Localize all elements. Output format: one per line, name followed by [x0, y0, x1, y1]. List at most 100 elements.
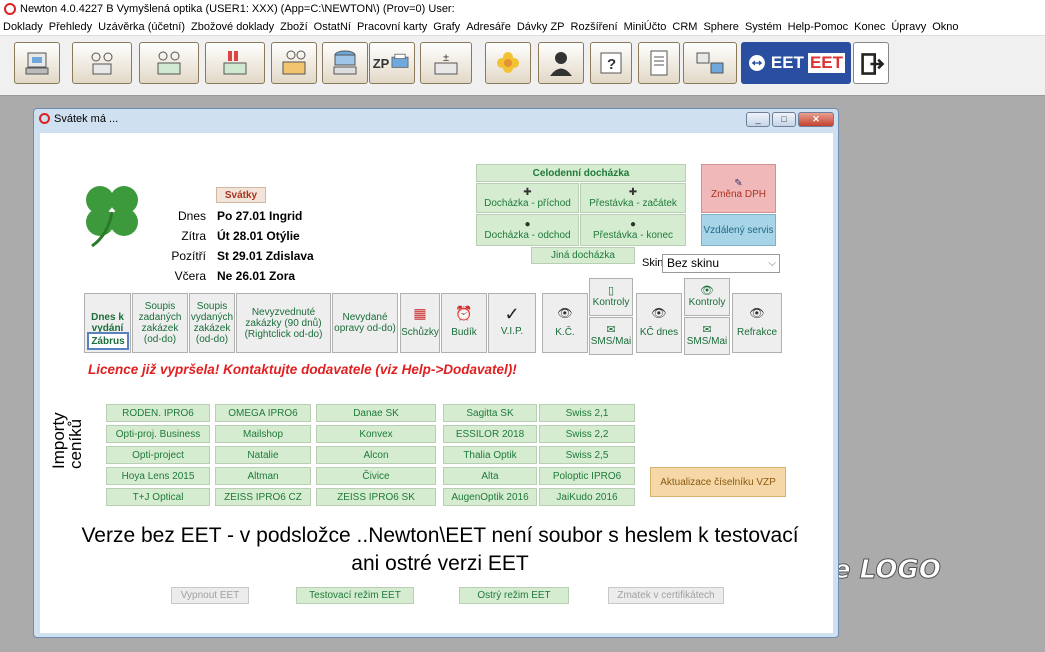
- cashbox-icon: [282, 50, 306, 75]
- ostry-rezim-button[interactable]: Ostrý režim EET: [459, 587, 569, 604]
- toolbar-doklady-button[interactable]: [14, 42, 60, 84]
- svatky-badge[interactable]: Svátky: [216, 187, 266, 203]
- soupis-zadanych-tile[interactable]: Soupis zadaných zakázek (od-do): [132, 293, 188, 353]
- kc-tile[interactable]: 👁 K.Č.: [542, 293, 588, 353]
- import-button[interactable]: Poloptic IPRO6: [539, 467, 635, 485]
- prichod-button[interactable]: ✚ Docházka - příchod: [476, 183, 579, 213]
- menu-item[interactable]: OstatNí: [311, 18, 354, 35]
- menu-item[interactable]: Konec: [851, 18, 888, 35]
- menu-item[interactable]: Help-Pomoc: [785, 18, 852, 35]
- import-button[interactable]: Danae SK: [316, 404, 436, 422]
- menu-item[interactable]: Uzávěrka (účetní): [95, 18, 188, 35]
- menu-item[interactable]: Zboží: [277, 18, 311, 35]
- testovaci-rezim-button[interactable]: Testovací režim EET: [296, 587, 414, 604]
- prestavka-konec-button[interactable]: ● Přestávka - konec: [580, 214, 686, 246]
- menu-item[interactable]: Úpravy: [888, 18, 929, 35]
- import-button[interactable]: ZEISS IPRO6 SK: [316, 488, 436, 506]
- import-button[interactable]: OMEGA IPRO6: [215, 404, 311, 422]
- schuzky-label: Schůzky: [401, 327, 439, 338]
- refrakce-tile[interactable]: 👁 Refrakce: [732, 293, 782, 353]
- import-button[interactable]: Sagitta SK: [443, 404, 537, 422]
- toolbar-person-button[interactable]: [538, 42, 584, 84]
- menu-item[interactable]: Grafy: [430, 18, 463, 35]
- jina-dochazka-button[interactable]: Jiná docházka: [531, 247, 635, 264]
- pozitri-label: Pozítří: [171, 249, 206, 263]
- toolbar-sklad-button[interactable]: [205, 42, 265, 84]
- import-button[interactable]: Opti-project: [106, 446, 210, 464]
- import-button[interactable]: T+J Optical: [106, 488, 210, 506]
- dnes-label: Dnes: [177, 209, 206, 223]
- dialog-client: Svátky Dnes Po 27.01 Ingrid Zítra Út 28.…: [40, 133, 833, 633]
- import-button[interactable]: Alcon: [316, 446, 436, 464]
- nevydane-opravy-tile[interactable]: Nevydané opravy od-do): [332, 293, 398, 353]
- toolbar-document-button[interactable]: [638, 42, 680, 84]
- kontroly-tile-1[interactable]: ▯ Kontroly: [589, 278, 633, 316]
- import-button[interactable]: Swiss 2,1: [539, 404, 635, 422]
- kc-dnes-tile[interactable]: 👁 KČ dnes: [636, 293, 682, 353]
- menu-item[interactable]: MiniÚčto: [621, 18, 670, 35]
- zabrus-button[interactable]: Zábrus: [87, 332, 129, 350]
- menu-item[interactable]: Sphere: [700, 18, 741, 35]
- aktualizace-vzp-button[interactable]: Aktualizace číselníku VZP: [650, 467, 786, 497]
- import-button[interactable]: Hoya Lens 2015: [106, 467, 210, 485]
- import-button[interactable]: JaiKudo 2016: [539, 488, 635, 506]
- close-button[interactable]: ✕: [798, 112, 834, 127]
- menu-item[interactable]: Dávky ZP: [514, 18, 568, 35]
- minimize-button[interactable]: _: [746, 112, 770, 127]
- import-button[interactable]: Mailshop: [215, 425, 311, 443]
- toolbar-flower-button[interactable]: [485, 42, 531, 84]
- vzdaleny-servis-button[interactable]: Vzdálený servis: [701, 214, 776, 246]
- toolbar-help-button[interactable]: ?: [590, 42, 632, 84]
- menu-item[interactable]: Systém: [742, 18, 785, 35]
- odchod-button[interactable]: ● Docházka - odchod: [476, 214, 579, 246]
- vip-tile[interactable]: ✓ V.I.P.: [488, 293, 536, 353]
- zmatek-certifikatu-button[interactable]: Zmatek v certifikátech: [608, 587, 724, 604]
- zmena-dph-button[interactable]: ✎ Změna DPH: [701, 164, 776, 213]
- import-button[interactable]: ESSILOR 2018: [443, 425, 537, 443]
- import-button[interactable]: RODEN. IPRO6: [106, 404, 210, 422]
- menu-item[interactable]: Pracovní karty: [354, 18, 430, 35]
- menu-item[interactable]: CRM: [669, 18, 700, 35]
- import-button[interactable]: Natalie: [215, 446, 311, 464]
- vypnout-eet-button[interactable]: Vypnout EET: [171, 587, 249, 604]
- toolbar-sync-button[interactable]: [683, 42, 737, 84]
- menu-item[interactable]: Doklady: [0, 18, 46, 35]
- import-button[interactable]: Konvex: [316, 425, 436, 443]
- menu-item[interactable]: Okno: [929, 18, 961, 35]
- sms-tile-2[interactable]: ✉ SMS/Mai: [684, 317, 730, 355]
- menu-item[interactable]: Adresáře: [463, 18, 514, 35]
- import-button[interactable]: Altman: [215, 467, 311, 485]
- sync-icon: [696, 52, 724, 74]
- toolbar-eet-button[interactable]: EET EET: [741, 42, 851, 84]
- schuzky-tile[interactable]: ▦ Schůzky: [400, 293, 440, 353]
- sms-tile-1[interactable]: ✉ SMS/Mai: [589, 317, 633, 355]
- import-button[interactable]: Čivice: [316, 467, 436, 485]
- toolbar-zakazky2-button[interactable]: [139, 42, 199, 84]
- kontroly-tile-2[interactable]: 👁 Kontroly: [684, 278, 730, 316]
- import-button[interactable]: AugenOptik 2016: [443, 488, 537, 506]
- skin-select[interactable]: Bez skinu ⌵: [662, 254, 780, 273]
- menu-item[interactable]: Zbožové doklady: [188, 18, 277, 35]
- prestavka-zacatek-button[interactable]: ✚ Přestávka - začátek: [580, 183, 686, 213]
- menu-item[interactable]: Rozšíření: [568, 18, 621, 35]
- nevyzvednute-tile[interactable]: Nevyzvednuté zakázky (90 dnů) (Rightclic…: [236, 293, 331, 353]
- toolbar-pokladna-button[interactable]: [271, 42, 317, 84]
- maximize-button[interactable]: □: [772, 112, 796, 127]
- import-button[interactable]: Alta: [443, 467, 537, 485]
- menu-item[interactable]: Přehledy: [46, 18, 95, 35]
- toolbar-plusminus-button[interactable]: ±: [420, 42, 472, 84]
- plus-minus-icon: ±: [434, 52, 458, 75]
- soupis-vydanych-tile[interactable]: Soupis vydaných zakázek (od-do): [189, 293, 235, 353]
- budik-tile[interactable]: ⏰ Budík: [441, 293, 487, 353]
- import-button[interactable]: Swiss 2,2: [539, 425, 635, 443]
- stock-icon: [223, 51, 247, 75]
- import-button[interactable]: Thalia Optik: [443, 446, 537, 464]
- celodenni-dochazka-header: Celodenní docházka: [476, 164, 686, 182]
- import-button[interactable]: Swiss 2,5: [539, 446, 635, 464]
- import-button[interactable]: Opti-proj. Business: [106, 425, 210, 443]
- import-button[interactable]: ZEISS IPRO6 CZ: [215, 488, 311, 506]
- toolbar-exit-button[interactable]: [853, 42, 889, 84]
- toolbar-zakazky-button[interactable]: [72, 42, 132, 84]
- toolbar-disk-button[interactable]: [322, 42, 368, 84]
- toolbar-zp-button[interactable]: ZP: [369, 42, 415, 84]
